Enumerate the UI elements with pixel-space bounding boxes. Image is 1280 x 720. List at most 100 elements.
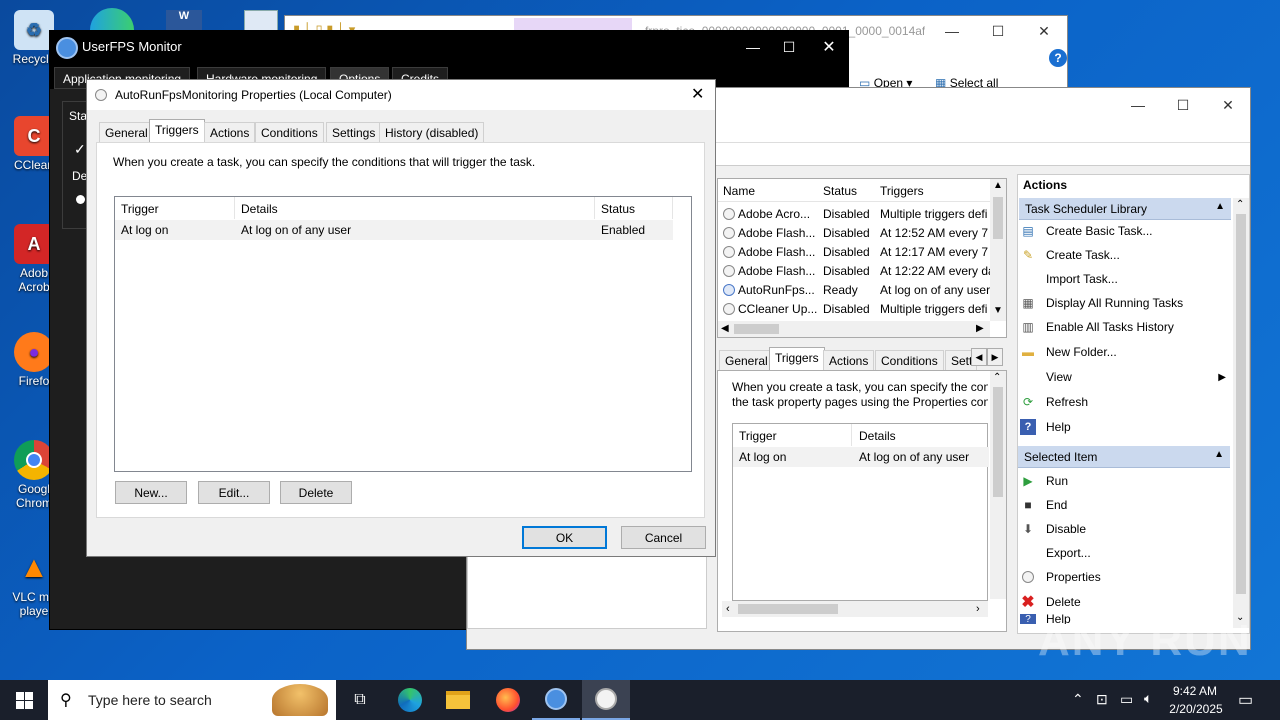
word-desktop-icon[interactable]: W	[166, 10, 202, 32]
scroll-thumb[interactable]	[993, 387, 1003, 497]
ts-maximize-button[interactable]: ☐	[1160, 90, 1206, 120]
task-row[interactable]: Adobe Acro... Disabled Multiple triggers…	[718, 205, 990, 224]
action-create-task[interactable]: ✎ Create Task...	[1020, 244, 1120, 266]
actions-vscroll[interactable]: ⌃ ⌄	[1233, 198, 1249, 628]
collapse-icon[interactable]: ▲	[1214, 449, 1224, 460]
start-button[interactable]	[0, 680, 48, 720]
fps-radio[interactable]	[76, 195, 85, 204]
library-section-header[interactable]: Task Scheduler Library ▲	[1019, 198, 1231, 220]
chevron-left-icon[interactable]: ‹	[726, 603, 730, 615]
ts-close-button[interactable]: ✕	[1205, 90, 1251, 120]
detail-tab-general[interactable]: General	[719, 350, 774, 370]
action-end[interactable]: ■ End	[1020, 494, 1067, 516]
chevron-down-icon[interactable]: ▼	[993, 305, 1003, 316]
close-button[interactable]: ✕	[1021, 16, 1067, 46]
detail-tab-triggers[interactable]: Triggers	[769, 347, 825, 370]
tab-history[interactable]: History (disabled)	[379, 122, 485, 142]
collapse-icon[interactable]: ▲	[1215, 201, 1225, 212]
chevron-up-icon[interactable]: ⌃	[1236, 199, 1244, 210]
tab-scroll-left-icon[interactable]: ◀	[971, 348, 987, 366]
history-icon: ▥	[1022, 320, 1034, 334]
task-view-button[interactable]: ⧉	[336, 680, 384, 720]
action-enable-history[interactable]: ▥ Enable All Tasks History	[1020, 316, 1174, 338]
taskbar-search-box[interactable]: ⚲ Type here to search	[48, 680, 336, 720]
chevron-right-icon[interactable]: ›	[976, 603, 980, 615]
ts-minimize-button[interactable]: —	[1115, 90, 1161, 120]
scroll-thumb[interactable]	[993, 197, 1003, 239]
new-trigger-button[interactable]: New...	[115, 481, 187, 504]
tab-triggers[interactable]: Triggers	[149, 119, 205, 143]
clock-time[interactable]: 9:42 AM	[1172, 684, 1218, 698]
scroll-thumb[interactable]	[1236, 214, 1246, 594]
action-help[interactable]: ? Help	[1020, 416, 1071, 438]
tab-conditions[interactable]: Conditions	[255, 122, 324, 142]
action-disable[interactable]: ⬇ Disable	[1020, 518, 1086, 540]
network-device-icon[interactable]: ⊡	[1096, 691, 1108, 708]
help-icon[interactable]: ?	[1049, 49, 1067, 67]
selected-item-section-header[interactable]: Selected Item ▲	[1018, 446, 1230, 468]
userfps-taskbar-icon[interactable]	[532, 680, 580, 720]
detail-tab-conditions[interactable]: Conditions	[875, 350, 944, 370]
task-scheduler-taskbar-icon[interactable]	[582, 680, 630, 720]
chevron-right-icon[interactable]: ▶	[976, 323, 984, 334]
notification-icon[interactable]: ▭	[1238, 690, 1253, 710]
table-row[interactable]: At log on At log on of any user Enabled	[115, 220, 673, 240]
col-name[interactable]: Name	[723, 184, 755, 206]
action-run[interactable]: ▶ Run	[1020, 470, 1068, 492]
edge-taskbar-icon[interactable]	[386, 680, 434, 720]
task-list-vscroll[interactable]: ▲ ▼	[990, 179, 1006, 321]
chevron-up-icon[interactable]: ⌃	[993, 372, 1001, 383]
dialog-close-button[interactable]: ✕	[691, 84, 704, 104]
ok-button[interactable]: OK	[522, 526, 607, 549]
task-row[interactable]: CCleaner Up... Disabled Multiple trigger…	[718, 300, 990, 319]
maximize-button[interactable]: ☐	[975, 16, 1021, 46]
task-row[interactable]: Adobe Flash... Disabled At 12:17 AM ever…	[718, 243, 990, 262]
minimize-button[interactable]: —	[929, 16, 975, 46]
edge-desktop-icon[interactable]	[90, 8, 134, 32]
tab-settings[interactable]: Settings	[326, 122, 382, 142]
col-trigger[interactable]: Trigger	[115, 197, 235, 219]
action-display-running-tasks[interactable]: ▦ Display All Running Tasks	[1020, 292, 1183, 314]
action-view[interactable]: View ▶	[1020, 366, 1226, 388]
col-status[interactable]: Status	[823, 184, 857, 206]
action-create-basic-task[interactable]: ▤ Create Basic Task...	[1020, 220, 1152, 242]
cancel-button[interactable]: Cancel	[621, 526, 706, 549]
action-export[interactable]: Export...	[1020, 542, 1091, 564]
detail-hscroll[interactable]: ‹ ›	[722, 601, 988, 617]
properties-dialog[interactable]: AutoRunFpsMonitoring Properties (Local C…	[86, 79, 716, 557]
chevron-up-icon[interactable]: ⌃	[1072, 691, 1084, 708]
chevron-left-icon[interactable]: ◀	[721, 323, 729, 334]
table-row[interactable]: At log on At log on of any user	[733, 447, 989, 467]
task-row[interactable]: Adobe Flash... Disabled At 12:52 AM ever…	[718, 224, 990, 243]
chevron-up-icon[interactable]: ▲	[993, 180, 1003, 191]
scroll-thumb[interactable]	[738, 604, 838, 614]
clock-date[interactable]: 2/20/2025	[1166, 702, 1226, 716]
edit-trigger-button[interactable]: Edit...	[198, 481, 270, 504]
volume-icon[interactable]: 🔈︎	[1144, 690, 1152, 707]
fps-checkbox[interactable]: ✓	[74, 141, 86, 158]
tab-actions[interactable]: Actions	[204, 122, 256, 142]
tab-scroll-right-icon[interactable]: ▶	[987, 348, 1003, 366]
task-row-selected[interactable]: AutoRunFps... Ready At log on of any use…	[718, 281, 990, 300]
delete-trigger-button[interactable]: Delete	[280, 481, 352, 504]
col-triggers[interactable]: Triggers	[880, 184, 924, 206]
fps-close-button[interactable]: ✕	[806, 32, 852, 62]
file-explorer-taskbar-icon[interactable]	[434, 680, 482, 720]
firefox-taskbar-icon[interactable]	[484, 680, 532, 720]
task-row[interactable]: Adobe Flash... Disabled At 12:22 AM ever…	[718, 262, 990, 281]
tab-general[interactable]: General	[99, 122, 154, 142]
col-details[interactable]: Details	[235, 197, 595, 219]
action-refresh[interactable]: ⟳ Refresh	[1020, 391, 1088, 413]
detail-tab-actions[interactable]: Actions	[823, 350, 875, 370]
task-list-hscroll[interactable]: ◀ ▶	[718, 321, 990, 337]
action-properties[interactable]: Properties	[1020, 566, 1101, 588]
file-desktop-icon[interactable]	[244, 10, 278, 32]
action-delete[interactable]: ✖ Delete	[1020, 591, 1080, 613]
action-new-folder[interactable]: ▬ New Folder...	[1020, 341, 1117, 363]
task-clock-icon	[723, 227, 735, 239]
action-import-task[interactable]: Import Task...	[1020, 268, 1118, 290]
scroll-thumb[interactable]	[734, 324, 779, 334]
col-status[interactable]: Status	[595, 197, 673, 219]
detail-vscroll[interactable]: ⌃	[990, 371, 1006, 599]
network-icon[interactable]: ▭	[1120, 691, 1133, 708]
